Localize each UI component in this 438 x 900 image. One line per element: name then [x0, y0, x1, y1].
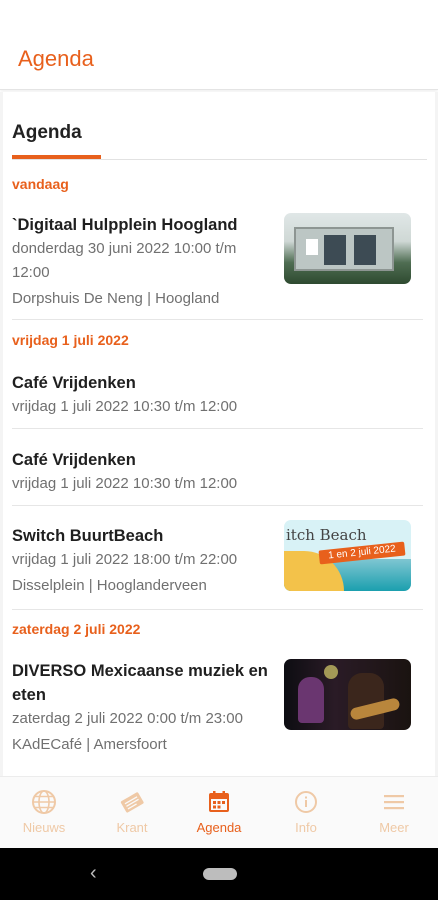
event-datetime-cont: 12:00 — [12, 264, 50, 281]
event-image — [284, 659, 411, 730]
nav-label: Meer — [379, 820, 409, 835]
nav-agenda[interactable]: Agenda — [175, 777, 263, 849]
event-datetime: vrijdag 1 juli 2022 10:30 t/m 12:00 — [12, 475, 238, 492]
nav-info[interactable]: Info — [262, 777, 350, 849]
calendar-icon — [209, 791, 229, 812]
agenda-content[interactable]: Agenda vandaag `Digitaal Hulpplein Hoogl… — [0, 92, 438, 776]
globe-icon — [32, 790, 56, 814]
event-item[interactable]: `Digitaal Hulpplein Hoogland donderdag 3… — [12, 213, 420, 310]
tab-bar: Agenda — [3, 92, 435, 160]
menu-icon — [384, 795, 404, 810]
separator — [12, 428, 423, 429]
nav-nieuws[interactable]: Nieuws — [0, 777, 88, 849]
nav-meer[interactable]: Meer — [350, 777, 438, 849]
poster-title: itch Beach — [286, 526, 367, 544]
nav-label: Nieuws — [22, 820, 66, 835]
event-item[interactable]: Café Vrijdenken vrijdag 1 juli 2022 10:3… — [12, 371, 420, 419]
newspaper-icon — [120, 792, 144, 813]
tab-divider — [12, 159, 427, 160]
event-image: itch Beach 1 en 2 juli 2022 — [284, 520, 411, 591]
event-location: KAdECafé | Amersfoort — [12, 736, 167, 753]
nav-krant[interactable]: Krant — [88, 777, 176, 849]
day-header-saturday: zaterdag 2 juli 2022 — [12, 621, 141, 637]
tab-agenda[interactable]: Agenda — [12, 122, 82, 144]
event-datetime: vrijdag 1 juli 2022 18:00 t/m 22:00 — [12, 551, 238, 568]
event-datetime: zaterdag 2 juli 2022 0:00 t/m 23:00 — [12, 710, 243, 727]
event-item[interactable]: Café Vrijdenken vrijdag 1 juli 2022 10:3… — [12, 448, 420, 496]
event-title: Switch BuurtBeach — [12, 527, 164, 545]
separator — [12, 609, 423, 610]
event-datetime: vrijdag 1 juli 2022 10:30 t/m 12:00 — [12, 398, 238, 415]
event-title: Café Vrijdenken — [12, 451, 136, 469]
system-navigation-bar: ‹ — [0, 848, 438, 900]
nav-label: Agenda — [196, 820, 242, 835]
app-title: Agenda — [18, 46, 94, 71]
app-bar: Agenda — [0, 0, 438, 90]
home-pill-icon[interactable] — [203, 868, 237, 880]
separator — [12, 505, 423, 506]
day-header-friday: vrijdag 1 juli 2022 — [12, 332, 129, 348]
separator — [12, 319, 423, 320]
event-title: DIVERSO Mexicaanse muziek en — [12, 662, 268, 680]
agenda-card: Agenda vandaag `Digitaal Hulpplein Hoogl… — [3, 92, 435, 776]
event-item[interactable]: Switch BuurtBeach vrijdag 1 juli 2022 18… — [12, 520, 420, 597]
event-title-cont: eten — [12, 686, 46, 704]
event-location: Dorpshuis De Neng | Hoogland — [12, 290, 220, 307]
bottom-navigation: Nieuws Krant Agenda Info Meer — [0, 776, 438, 848]
event-item[interactable]: DIVERSO Mexicaanse muziek en eten zaterd… — [12, 659, 420, 756]
event-datetime: donderdag 30 juni 2022 10:00 t/m — [12, 240, 237, 257]
event-title: `Digitaal Hulpplein Hoogland — [12, 216, 238, 234]
event-image — [284, 213, 411, 284]
nav-label: Krant — [116, 820, 148, 835]
back-icon[interactable]: ‹ — [90, 862, 97, 885]
day-header-today: vandaag — [12, 176, 69, 192]
nav-label: Info — [295, 820, 317, 835]
event-title: Café Vrijdenken — [12, 374, 136, 392]
event-location: Disselplein | Hooglanderveen — [12, 577, 207, 594]
info-icon — [295, 791, 317, 813]
